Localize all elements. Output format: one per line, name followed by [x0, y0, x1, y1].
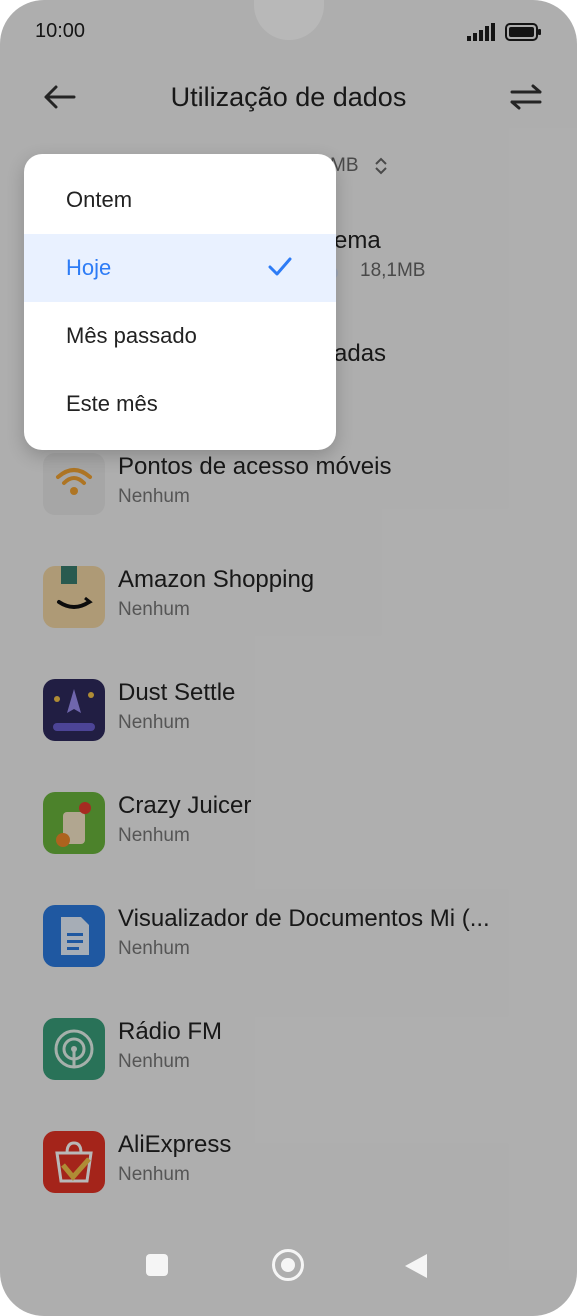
recent-apps-icon[interactable]: [146, 1254, 168, 1276]
menu-item-label: Mês passado: [66, 323, 197, 348]
phone-frame: 10:00 Utilização de dados MB ema 18,1MB …: [0, 0, 577, 1316]
navigation-bar: [0, 1244, 577, 1316]
menu-item-mes-passado[interactable]: Mês passado: [24, 302, 336, 370]
menu-item-este-mes[interactable]: Este mês: [24, 370, 336, 438]
menu-item-hoje[interactable]: Hoje: [24, 234, 336, 302]
home-icon[interactable]: [272, 1249, 304, 1281]
screen: 10:00 Utilização de dados MB ema 18,1MB …: [0, 0, 577, 1316]
home-icon-dot: [281, 1258, 295, 1272]
menu-item-label: Ontem: [66, 187, 133, 212]
menu-item-label: Hoje: [66, 255, 112, 280]
menu-item-ontem[interactable]: Ontem: [24, 166, 336, 234]
menu-item-label: Este mês: [66, 391, 158, 416]
check-icon: [268, 257, 292, 276]
period-dropdown-menu: Ontem Hoje Mês passado Este mês: [24, 154, 336, 450]
back-icon[interactable]: [405, 1254, 427, 1278]
